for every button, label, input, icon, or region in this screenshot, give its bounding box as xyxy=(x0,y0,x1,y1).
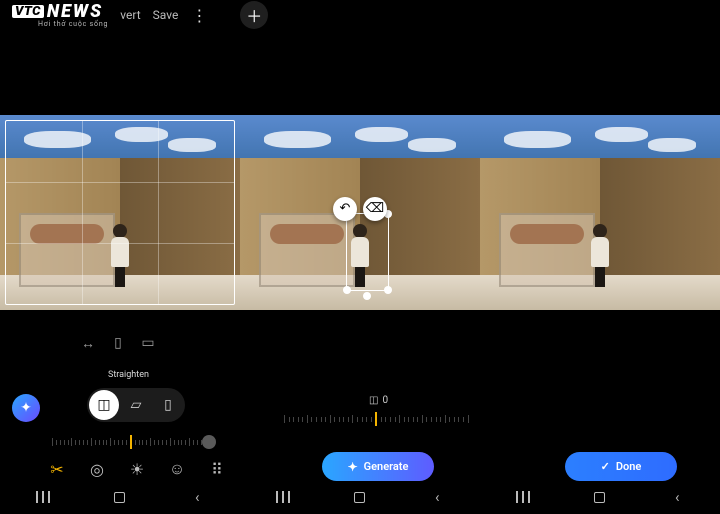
back-button-1[interactable]: ‹ xyxy=(186,488,208,506)
crop-selection-box[interactable] xyxy=(5,120,235,305)
stickers-tab[interactable]: ☺ xyxy=(168,460,186,478)
nav-bar-2: ‹ xyxy=(244,486,476,508)
save-button[interactable]: Save xyxy=(153,8,179,22)
image-preview-3 xyxy=(480,115,720,310)
ai-enhance-button[interactable]: ✦ xyxy=(12,394,40,422)
revert-button[interactable]: vert xyxy=(120,8,140,22)
rotate-icon[interactable]: ▯ xyxy=(110,335,126,351)
flip-horizontal-icon[interactable]: ↔ xyxy=(80,335,96,351)
home-button-1[interactable] xyxy=(109,492,131,503)
editor-mode-tabs: ✂ ◎ ☀ ☺ ⠿ xyxy=(48,460,226,478)
straighten-readout-value: 0 xyxy=(382,395,388,406)
perspective-h-button[interactable]: ▱ xyxy=(121,390,151,420)
straighten-readout-icon: ◫ xyxy=(369,395,378,406)
straighten-readout: ◫ 0 xyxy=(369,395,388,406)
more-tab[interactable]: ⠿ xyxy=(208,460,226,478)
selection-handle-rotate[interactable] xyxy=(363,292,371,300)
nav-bar-3: ‹ xyxy=(484,486,716,508)
logo-word: NEWS xyxy=(47,3,103,21)
panel1-sub-tools: ↔ ▯ ▭ xyxy=(80,335,156,351)
editor-panel-select-object[interactable]: Deselect ↶ ⌫ xyxy=(240,115,480,310)
slider-knob-1[interactable] xyxy=(202,435,216,449)
editor-panel-crop[interactable] xyxy=(0,115,240,310)
done-label: Done xyxy=(616,460,641,473)
more-menu-button[interactable]: ⋮ xyxy=(190,6,208,24)
erase-selection-button[interactable]: ⌫ xyxy=(363,197,387,221)
back-button-3[interactable]: ‹ xyxy=(666,488,688,506)
recents-button-3[interactable] xyxy=(512,491,534,503)
generate-button[interactable]: ✦ Generate xyxy=(322,452,434,481)
recents-button-2[interactable] xyxy=(272,491,294,503)
adjust-tab[interactable]: ☀ xyxy=(128,460,146,478)
generate-star-icon: ✦ xyxy=(348,460,358,474)
perspective-v-button[interactable]: ▯ xyxy=(153,390,183,420)
app-logo: VTC NEWS Hơi thở cuộc sống xyxy=(12,3,108,28)
check-icon: ✓ xyxy=(601,460,610,473)
transform-mode-group: ◫ ▱ ▯ xyxy=(87,388,185,422)
crop-tab[interactable]: ✂ xyxy=(48,460,66,478)
straighten-label: Straighten xyxy=(108,370,149,380)
aspect-icon[interactable]: ▭ xyxy=(140,335,156,351)
selection-handle-bl[interactable] xyxy=(343,286,351,294)
undo-selection-button[interactable]: ↶ xyxy=(333,197,357,221)
filters-tab[interactable]: ◎ xyxy=(88,460,106,478)
editor-panel-result[interactable]: View original xyxy=(480,115,720,310)
home-button-2[interactable] xyxy=(349,492,371,503)
home-button-3[interactable] xyxy=(589,492,611,503)
done-button[interactable]: ✓ Done xyxy=(565,452,677,481)
recents-button-1[interactable] xyxy=(32,491,54,503)
nav-bar-1: ‹ xyxy=(4,486,236,508)
generate-label: Generate xyxy=(364,460,409,473)
logo-tagline: Hơi thở cuộc sống xyxy=(38,21,108,28)
straighten-mode-button[interactable]: ◫ xyxy=(89,390,119,420)
back-button-2[interactable]: ‹ xyxy=(426,488,448,506)
object-selection-box[interactable] xyxy=(346,213,389,291)
straighten-slider-1[interactable] xyxy=(52,435,210,449)
selection-handle-br[interactable] xyxy=(384,286,392,294)
add-button[interactable]: ＋ xyxy=(240,1,268,29)
logo-chip: VTC xyxy=(12,5,44,18)
straighten-slider-2[interactable] xyxy=(284,412,469,426)
